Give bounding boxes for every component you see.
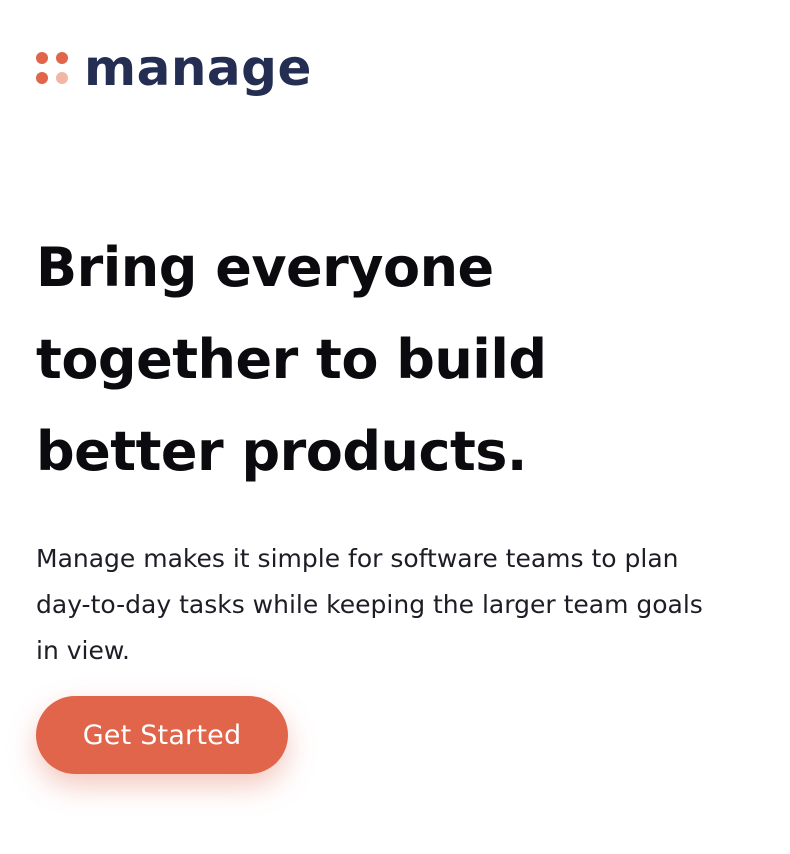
get-started-button[interactable]: Get Started <box>36 696 288 774</box>
hero-description: Manage makes it simple for software team… <box>36 544 703 665</box>
landing-page: manage Bring everyone together to build … <box>0 0 790 854</box>
logo-dot <box>36 72 48 84</box>
logo-dot <box>36 52 48 64</box>
four-dots-logo-icon <box>36 52 68 84</box>
brand-logo[interactable]: manage <box>36 38 312 98</box>
hero-title: Bring everyone together to build better … <box>36 236 547 483</box>
brand-wordmark: manage <box>84 39 312 97</box>
logo-dot <box>56 52 68 64</box>
logo-dot <box>56 72 68 84</box>
